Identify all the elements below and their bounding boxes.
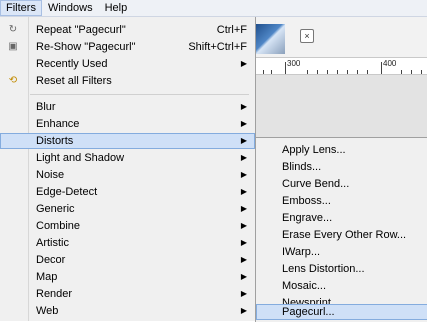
menu-item-generic[interactable]: Generic ▶ — [0, 201, 255, 217]
chevron-right-icon: ▶ — [240, 221, 247, 230]
chevron-right-icon: ▶ — [240, 238, 247, 247]
chevron-right-icon: ▶ — [240, 255, 247, 264]
menu-item-decor[interactable]: Decor ▶ — [0, 252, 255, 268]
submenu-item-apply-lens[interactable]: Apply Lens... — [256, 142, 427, 158]
menu-windows[interactable]: Windows — [42, 0, 99, 16]
menu-item-repeat-pagecurl[interactable]: ↻ Repeat "Pagecurl" Ctrl+F — [0, 22, 255, 38]
submenu-item-erase-every-other-row[interactable]: Erase Every Other Row... — [256, 227, 427, 243]
menu-item-noise[interactable]: Noise ▶ — [0, 167, 255, 183]
reset-icon: ⟲ — [8, 75, 18, 86]
chevron-right-icon: ▶ — [240, 102, 247, 111]
reshow-icon: ▣ — [8, 41, 18, 52]
menu-item-render[interactable]: Render ▶ — [0, 286, 255, 302]
menu-item-reshow-pagecurl[interactable]: ▣ Re-Show "Pagecurl" Shift+Ctrl+F — [0, 39, 255, 55]
ruler-label: 300 — [287, 59, 301, 68]
chevron-right-icon: ▶ — [240, 170, 247, 179]
menu-item-reset-all-filters[interactable]: ⟲ Reset all Filters — [0, 73, 255, 89]
horizontal-ruler: 300 400 — [255, 57, 427, 75]
filters-menu: ↻ Repeat "Pagecurl" Ctrl+F ▣ Re-Show "Pa… — [0, 17, 256, 321]
submenu-item-engrave[interactable]: Engrave... — [256, 210, 427, 226]
chevron-right-icon: ▶ — [240, 119, 247, 128]
menu-item-combine[interactable]: Combine ▶ — [0, 218, 255, 234]
image-thumbnail[interactable] — [255, 24, 285, 54]
chevron-right-icon: ▶ — [240, 204, 247, 213]
menu-item-blur[interactable]: Blur ▶ — [0, 99, 255, 115]
menu-item-enhance[interactable]: Enhance ▶ — [0, 116, 255, 132]
close-icon[interactable]: × — [300, 29, 314, 43]
chevron-right-icon: ▶ — [240, 289, 247, 298]
chevron-right-icon: ▶ — [240, 306, 247, 315]
submenu-item-iwarp[interactable]: IWarp... — [256, 244, 427, 260]
menu-item-recently-used[interactable]: Recently Used ▶ — [0, 56, 255, 72]
menu-item-light-and-shadow[interactable]: Light and Shadow ▶ — [0, 150, 255, 166]
repeat-icon: ↻ — [8, 24, 18, 35]
menu-item-edge-detect[interactable]: Edge-Detect ▶ — [0, 184, 255, 200]
menu-item-web[interactable]: Web ▶ — [0, 303, 255, 319]
chevron-right-icon: ▶ — [240, 272, 247, 281]
menubar: Filters Windows Help — [0, 0, 427, 17]
menu-filters[interactable]: Filters — [0, 0, 42, 16]
ruler-label: 400 — [383, 59, 397, 68]
submenu-item-pagecurl[interactable]: Pagecurl... — [256, 304, 427, 320]
chevron-right-icon: ▶ — [240, 153, 247, 162]
submenu-item-mosaic[interactable]: Mosaic... — [256, 278, 427, 294]
menu-item-artistic[interactable]: Artistic ▶ — [0, 235, 255, 251]
chevron-right-icon: ▶ — [240, 59, 247, 68]
distorts-submenu: Apply Lens... Blinds... Curve Bend... Em… — [255, 137, 427, 322]
submenu-item-lens-distortion[interactable]: Lens Distortion... — [256, 261, 427, 277]
submenu-item-emboss[interactable]: Emboss... — [256, 193, 427, 209]
submenu-item-blinds[interactable]: Blinds... — [256, 159, 427, 175]
chevron-right-icon: ▶ — [240, 187, 247, 196]
menu-separator — [30, 94, 249, 95]
chevron-right-icon: ▶ — [240, 136, 247, 145]
menu-item-distorts[interactable]: Distorts ▶ — [0, 133, 255, 149]
submenu-item-curve-bend[interactable]: Curve Bend... — [256, 176, 427, 192]
menu-item-map[interactable]: Map ▶ — [0, 269, 255, 285]
menu-help[interactable]: Help — [99, 0, 134, 16]
